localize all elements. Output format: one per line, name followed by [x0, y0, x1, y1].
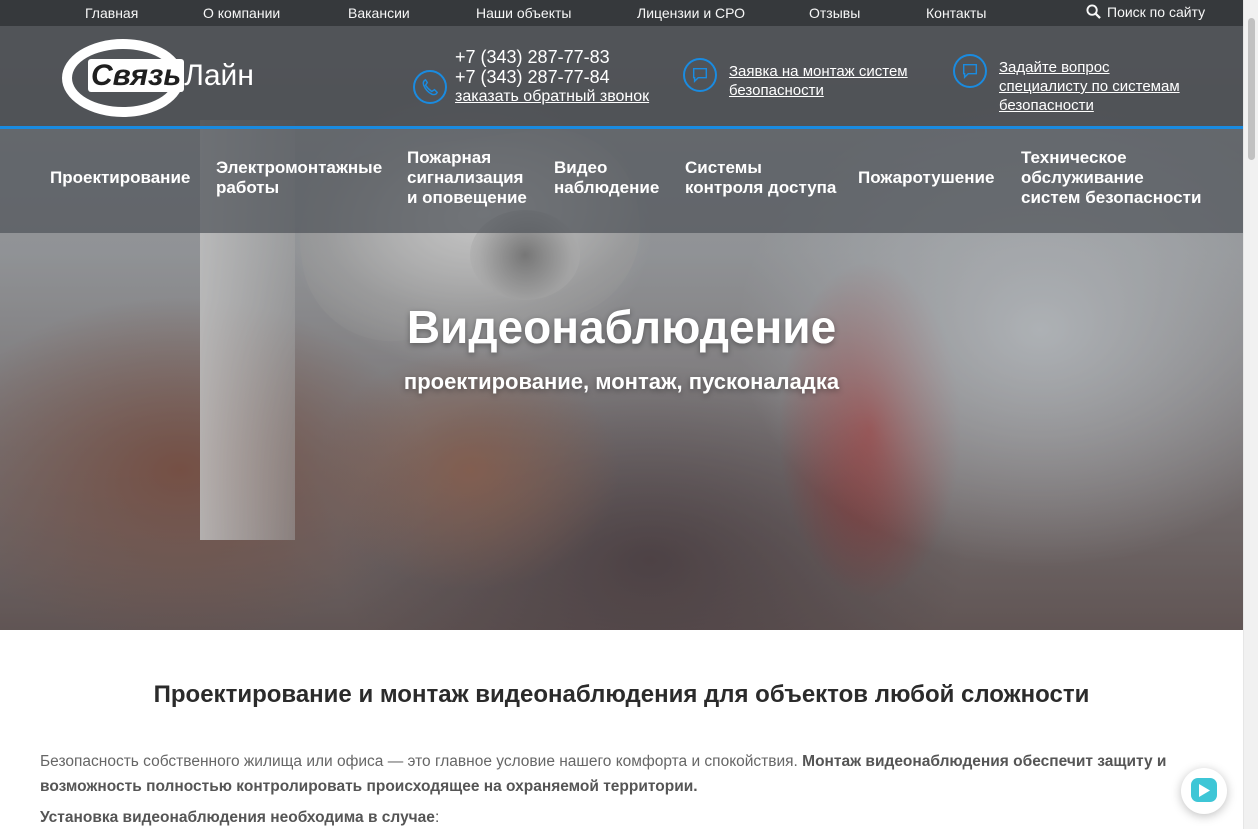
callback-link[interactable]: заказать обратный звонок: [455, 87, 649, 107]
intro-paragraph: Безопасность собственного жилища или офи…: [40, 749, 1210, 799]
menu-item-video[interactable]: Видео наблюдение: [554, 158, 659, 198]
search-icon: [1086, 4, 1101, 19]
chat-bubble-icon: [683, 58, 717, 92]
logo[interactable]: Связь Лайн: [44, 35, 254, 121]
install-bold-text: Установка видеонаблюдения необходима в с…: [40, 809, 435, 826]
menu-item-maintenance[interactable]: Техническое обслуживание систем безопасн…: [1021, 148, 1201, 208]
request-link[interactable]: Заявка на монтаж систем безопасности: [729, 62, 929, 100]
chat-bubble-icon: [953, 54, 987, 88]
scrollbar-thumb[interactable]: [1248, 18, 1255, 160]
site-search[interactable]: Поиск по сайту: [1086, 4, 1205, 20]
chat-widget-icon: [1191, 778, 1217, 802]
topnav-contacts[interactable]: Контакты: [926, 5, 986, 21]
phone-1[interactable]: +7 (343) 287-77-83: [455, 47, 649, 67]
main-menu: Проектирование Электромонтажные работы П…: [0, 129, 1243, 233]
topnav-objects[interactable]: Наши объекты: [476, 5, 571, 21]
top-bar: Главная О компании Вакансии Наши объекты…: [0, 0, 1243, 26]
menu-item-access-control[interactable]: Системы контроля доступа: [685, 158, 836, 198]
menu-item-design[interactable]: Проектирование: [50, 168, 190, 188]
phones-block: +7 (343) 287-77-83 +7 (343) 287-77-84 за…: [455, 47, 649, 107]
topnav-vacancies[interactable]: Вакансии: [348, 5, 410, 21]
question-link[interactable]: Задайте вопрос специалисту по системам б…: [999, 58, 1199, 115]
logo-text: Связь Лайн: [88, 59, 254, 93]
chat-widget-button[interactable]: [1181, 768, 1227, 814]
logo-text-part2: Лайн: [184, 59, 254, 92]
search-label: Поиск по сайту: [1107, 4, 1206, 20]
install-tail: :: [434, 809, 440, 826]
hero-subtitle: проектирование, монтаж, пусконаладка: [403, 369, 840, 394]
topnav-about[interactable]: О компании: [203, 5, 280, 21]
hero-title: Видеонаблюдение: [406, 301, 837, 353]
logo-text-part1: Связь: [88, 59, 185, 92]
phone-icon: [413, 70, 447, 104]
content-heading: Проектирование и монтаж видеонаблюдения …: [153, 681, 1090, 708]
topnav-reviews[interactable]: Отзывы: [809, 5, 860, 21]
topnav-home[interactable]: Главная: [85, 5, 138, 21]
menu-item-fire-suppression[interactable]: Пожаротушение: [858, 168, 994, 188]
menu-item-fire-alarm[interactable]: Пожарная сигнализация и оповещение: [407, 148, 527, 208]
page-scrollbar[interactable]: [1243, 0, 1258, 829]
topnav-licenses[interactable]: Лицензии и СРО: [637, 5, 745, 21]
phone-2[interactable]: +7 (343) 287-77-84: [455, 67, 649, 87]
install-paragraph: Установка видеонаблюдения необходима в с…: [40, 809, 439, 827]
menu-item-electrical[interactable]: Электромонтажные работы: [216, 158, 382, 198]
intro-plain-text: Безопасность собственного жилища или офи…: [40, 753, 803, 770]
